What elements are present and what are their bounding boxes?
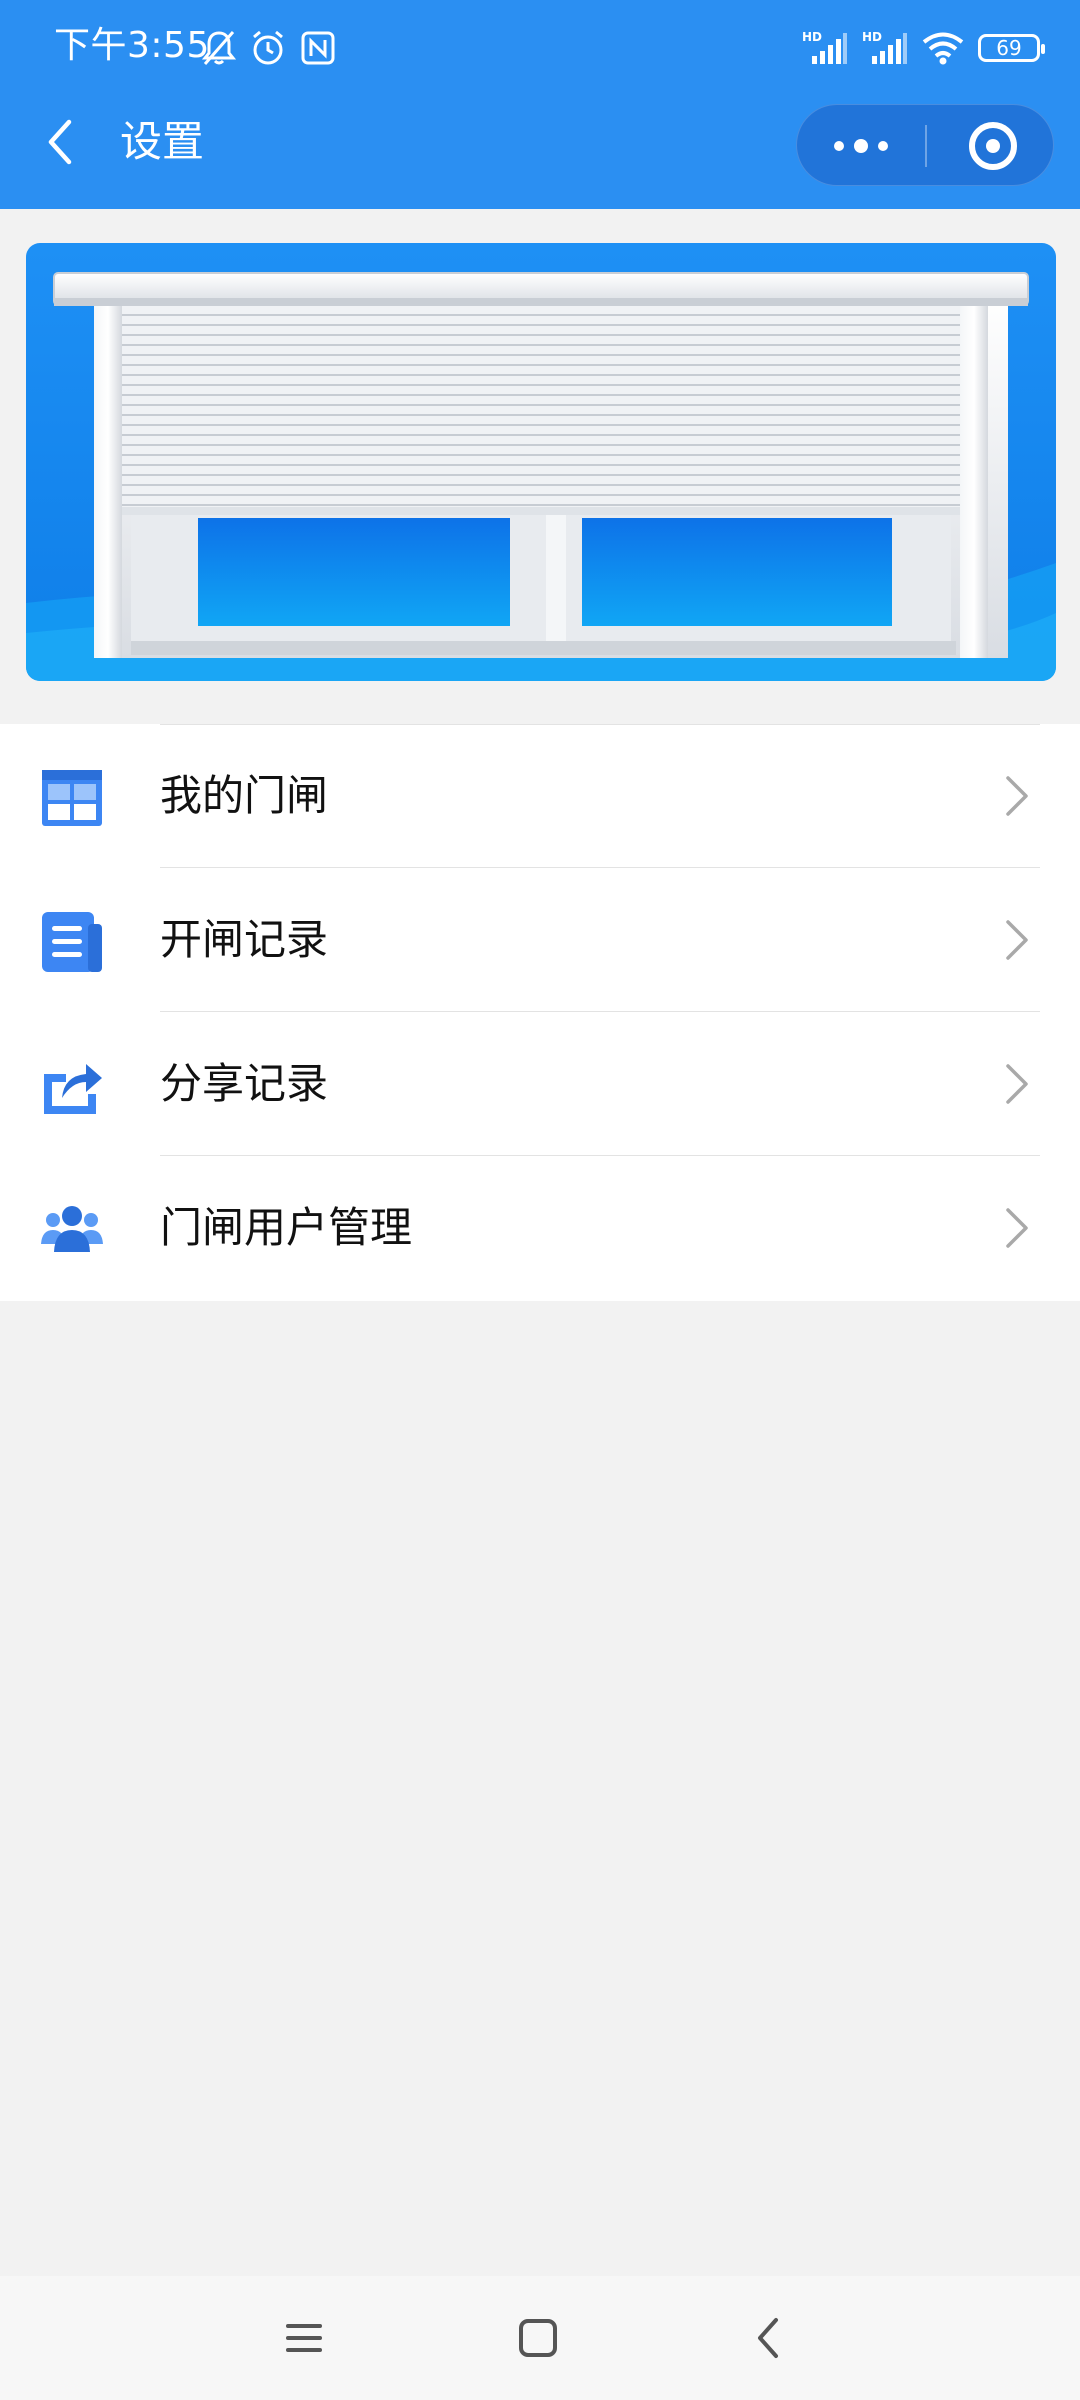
status-time: 下午3:55 [54,25,210,66]
menu-item-open-records[interactable]: 开闸记录 [0,868,1080,1012]
system-navigation-bar [0,2276,1080,2400]
home-square-icon [519,2319,557,2357]
navigation-bar: 设置 [0,96,1080,209]
more-button[interactable] [825,121,897,171]
bell-off-icon [202,31,236,65]
menu-item-label: 我的门闸 [160,771,329,820]
close-circle-icon[interactable] [969,122,1017,170]
banner-image [26,243,1056,681]
status-left-icons [202,26,336,70]
home-button[interactable] [500,2300,576,2376]
menu-lines-button[interactable] [266,2300,342,2376]
status-bar: 下午3:55 HD HD 69 [0,0,1080,96]
users-group-icon [41,1206,103,1252]
roller-shutter-window-illustration [26,243,1056,681]
hd-signal-icon: HD [862,30,907,64]
page-title: 设置 [120,117,205,166]
menu-item-label: 开闸记录 [160,915,329,964]
menu-lines-icon [286,2324,322,2352]
status-right-icons: HD HD 69 [802,26,1045,70]
svg-text:HD: HD [862,30,882,44]
hd-signal-icon: HD [802,30,847,64]
more-dot [834,141,844,151]
mini-program-capsule [796,104,1054,186]
menu-item-gate-user-management[interactable]: 门闸用户管理 [0,1156,1080,1300]
alarm-icon [253,30,283,65]
menu-item-my-gate[interactable]: 我的门闸 [0,724,1080,868]
chevron-right-icon [1006,1208,1028,1248]
menu-item-share-records[interactable]: 分享记录 [0,1012,1080,1156]
gate-grid-icon [42,770,102,826]
nfc-icon [301,31,335,65]
battery-icon: 69 [978,34,1045,62]
more-dot [854,139,868,153]
chevron-right-icon [1006,920,1028,960]
top-header: 下午3:55 HD HD 69 设置 [0,0,1080,209]
battery-level: 69 [996,36,1022,60]
menu-item-label: 门闸用户管理 [160,1203,413,1252]
chevron-right-icon [1006,1064,1028,1104]
more-dot [878,141,888,151]
chevron-left-icon [48,119,72,165]
share-arrow-icon [44,1064,102,1114]
wifi-icon [922,32,964,65]
system-back-button[interactable] [730,2300,806,2376]
chevron-right-icon [1006,776,1028,816]
menu-item-label: 分享记录 [160,1059,329,1108]
svg-text:HD: HD [802,30,822,44]
back-chevron-icon [758,2318,778,2358]
settings-menu: 我的门闸 开闸记录 分享记录 门闸用户管理 [0,724,1080,1301]
back-button[interactable] [34,116,86,168]
capsule-divider [925,125,927,167]
document-list-icon [42,912,102,972]
